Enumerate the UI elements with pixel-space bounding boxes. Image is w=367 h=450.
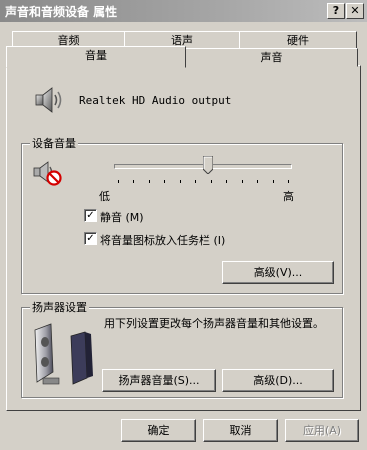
properties-window: 声音和音频设备 属性 ? ✕ 音频 语声 硬件 音量 声音 Realtek HD… [0,0,367,450]
volume-tick [226,180,228,183]
volume-tick [288,180,289,183]
volume-tick [148,180,150,183]
speaker-volume-button[interactable]: 扬声器音量(S)... [102,369,216,392]
volume-tick [272,180,274,183]
close-button[interactable]: ✕ [346,3,364,19]
volume-tick [118,180,119,183]
volume-tick [210,180,212,183]
speaker-description: 用下列设置更改每个扬声器音量和其他设置。 [104,317,324,330]
mute-label[interactable]: 静音 (M) [100,209,144,225]
volume-slider-thumb[interactable] [202,155,214,175]
volume-low-label: 低 [99,190,110,203]
tab-sounds[interactable]: 声音 [185,48,358,67]
volume-tick [164,180,166,183]
device-name: Realtek HD Audio output [79,94,232,107]
mute-speaker-icon [31,159,63,187]
volume-tick [179,180,181,183]
ok-button[interactable]: 确定 [121,419,196,442]
device-volume-label: 设备音量 [30,135,78,151]
cancel-button[interactable]: 取消 [203,419,278,442]
volume-tick [195,180,197,183]
window-title: 声音和音频设备 属性 [5,5,118,19]
volume-advanced-button[interactable]: 高级(V)... [222,261,334,284]
help-button[interactable]: ? [327,3,345,19]
apply-button[interactable]: 应用(A) [285,419,359,442]
mute-checkbox[interactable]: ✓ [84,209,97,222]
tray-icon-checkbox[interactable]: ✓ [84,232,97,245]
tab-volume[interactable]: 音量 [6,46,186,68]
volume-tick [241,180,243,183]
speakers-icon [31,322,103,388]
title-bar[interactable]: 声音和音频设备 属性 ? ✕ [0,0,367,22]
volume-tick [257,180,259,183]
volume-tick [133,180,135,183]
volume-high-label: 高 [283,190,294,203]
speaker-icon [33,84,65,116]
speaker-settings-label: 扬声器设置 [30,299,89,315]
tray-icon-label[interactable]: 将音量图标放入任务栏 (I) [100,232,225,248]
speaker-advanced-button[interactable]: 高级(D)... [222,369,334,392]
